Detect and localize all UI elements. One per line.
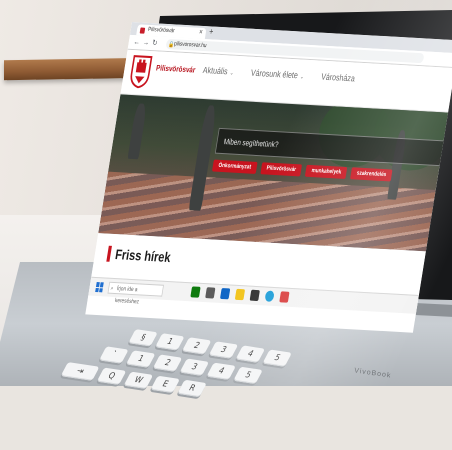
- section-accent-bar: [106, 245, 112, 262]
- back-icon[interactable]: ←: [133, 37, 141, 46]
- chevron-down-icon: ⌄: [229, 70, 235, 77]
- key: §: [128, 329, 158, 347]
- quick-link-button[interactable]: Pilisvörösvár: [260, 162, 303, 177]
- menu-item-aktualis[interactable]: Aktuális⌄: [202, 65, 234, 77]
- quick-link-button[interactable]: Önkormányzat: [211, 159, 258, 174]
- store-icon[interactable]: [205, 287, 216, 299]
- key: 1: [154, 333, 185, 351]
- key: W: [123, 371, 154, 389]
- taskbar-search-placeholder: Írjon ide a kereséshez: [114, 286, 140, 306]
- taskbar-apps: [190, 286, 290, 303]
- laptop-screen: Pilisvörösvár ✕ + ← → ↻ 🔒 pilisvorosvar.…: [85, 22, 452, 333]
- menu-item-label: Városháza: [320, 71, 356, 84]
- coat-of-arms-icon[interactable]: [128, 54, 154, 89]
- settings-icon[interactable]: [249, 289, 260, 302]
- app-icon[interactable]: [279, 291, 290, 303]
- chrome-icon[interactable]: [264, 290, 275, 302]
- key: 4: [235, 345, 266, 363]
- taskbar-search-input[interactable]: ⌕ Írjon ide a kereséshez: [107, 281, 164, 305]
- key: ⇥: [60, 362, 100, 381]
- key: 3: [208, 341, 239, 359]
- key: E: [150, 375, 181, 394]
- hero-banner: Miben segíthetünk? Önkormányzat Pilisvör…: [98, 94, 449, 252]
- news-section-title: Friss hírek: [114, 246, 172, 266]
- menu-item-varoshaza[interactable]: Városháza: [321, 72, 356, 84]
- main-menu: Aktuális⌄ Városunk élete⌄ Városháza: [202, 65, 355, 83]
- quick-link-button[interactable]: szakrendelés: [350, 167, 393, 182]
- lock-icon: 🔒: [167, 42, 175, 49]
- key: 2: [152, 354, 183, 372]
- favicon-icon: [139, 27, 146, 34]
- key: R: [177, 379, 207, 398]
- close-icon[interactable]: ✕: [198, 28, 204, 39]
- key: 5: [262, 349, 292, 367]
- mail-icon[interactable]: [219, 288, 231, 300]
- file-explorer-icon[interactable]: [234, 288, 246, 301]
- tab-title: Pilisvörösvár: [147, 26, 176, 35]
- chevron-down-icon: ⌄: [299, 74, 305, 81]
- key: Q: [96, 367, 127, 385]
- hero-photo-statue: [127, 103, 148, 160]
- menu-item-label: Aktuális: [202, 65, 229, 77]
- key: 2: [181, 337, 212, 355]
- quick-link-button[interactable]: munkahelyek: [305, 164, 348, 179]
- key: 4: [206, 362, 236, 380]
- windows-start-icon[interactable]: [95, 282, 104, 293]
- search-icon: ⌕: [110, 285, 114, 292]
- key: 5: [233, 366, 263, 385]
- key: 1: [125, 350, 156, 368]
- forward-icon[interactable]: →: [142, 38, 150, 47]
- menu-item-varosunk-elete[interactable]: Városunk élete⌄: [250, 68, 305, 81]
- menu-item-label: Városunk élete: [250, 67, 299, 81]
- key: `: [99, 346, 129, 364]
- url-text: pilisvorosvar.hu: [173, 41, 207, 50]
- edge-icon[interactable]: [190, 286, 201, 298]
- reload-icon[interactable]: ↻: [152, 38, 159, 47]
- new-tab-icon[interactable]: +: [208, 26, 214, 36]
- site-name[interactable]: Pilisvörösvár: [155, 63, 196, 74]
- key: 3: [179, 358, 210, 376]
